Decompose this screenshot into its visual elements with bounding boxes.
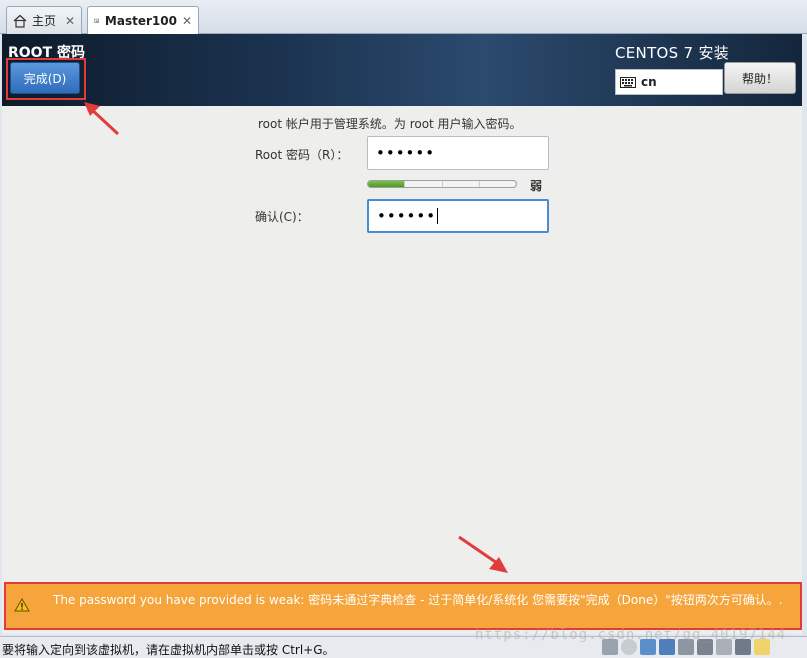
root-password-field[interactable]: •••••• bbox=[367, 136, 549, 170]
annotation-arrow-done bbox=[84, 102, 120, 136]
weak-password-warning-bar[interactable]: The password you have provided is weak: … bbox=[4, 582, 802, 630]
close-icon[interactable]: ✕ bbox=[182, 14, 192, 28]
strength-segment bbox=[443, 181, 480, 187]
home-icon bbox=[13, 14, 27, 28]
confirm-password-value: •••••• bbox=[377, 207, 437, 225]
watermark: https://blog.csdn.net/qq_40197144 bbox=[475, 627, 787, 643]
vm-tab-strip: 主页 ✕ Master100 ✕ bbox=[0, 0, 807, 34]
close-icon[interactable]: ✕ bbox=[65, 14, 75, 28]
password-strength-label: 弱 bbox=[530, 179, 543, 193]
tab-home-label: 主页 bbox=[32, 14, 57, 28]
root-password-value: •••••• bbox=[376, 144, 436, 162]
tab-home[interactable]: 主页 ✕ bbox=[6, 6, 82, 34]
confirm-label: 确认(C)： bbox=[255, 210, 309, 224]
installer-header: ROOT 密码 完成(D) CENTOS 7 安装 cn 帮助！ bbox=[2, 34, 802, 106]
annotation-arrow-warning bbox=[458, 535, 508, 573]
warning-icon bbox=[14, 598, 30, 612]
keyboard-layout-label: cn bbox=[641, 75, 657, 89]
strength-segment bbox=[480, 181, 516, 187]
guest-screen[interactable]: ROOT 密码 完成(D) CENTOS 7 安装 cn 帮助！ root 帐户… bbox=[2, 34, 802, 634]
product-title: CENTOS 7 安装 bbox=[615, 44, 730, 62]
warning-text: The password you have provided is weak: … bbox=[53, 593, 783, 607]
done-button[interactable]: 完成(D) bbox=[10, 62, 80, 94]
text-caret bbox=[437, 208, 439, 224]
keyboard-layout-indicator[interactable]: cn bbox=[615, 69, 723, 95]
confirm-password-field[interactable]: •••••• bbox=[367, 199, 549, 233]
tab-master100-label: Master100 bbox=[104, 13, 177, 28]
strength-segment bbox=[368, 181, 406, 187]
password-label: Root 密码（R）： bbox=[255, 148, 349, 162]
password-strength-meter bbox=[367, 180, 517, 188]
help-button[interactable]: 帮助！ bbox=[724, 62, 796, 94]
strength-segment bbox=[405, 181, 443, 187]
keyboard-icon bbox=[620, 76, 636, 88]
status-hint: 要将输入定向到该虚拟机，请在虚拟机内部单击或按 Ctrl+G。 bbox=[2, 643, 335, 657]
form-description: root 帐户用于管理系统。为 root 用户输入密码。 bbox=[258, 117, 522, 131]
vm-icon bbox=[94, 18, 99, 23]
tab-master100[interactable]: Master100 ✕ bbox=[87, 6, 199, 34]
